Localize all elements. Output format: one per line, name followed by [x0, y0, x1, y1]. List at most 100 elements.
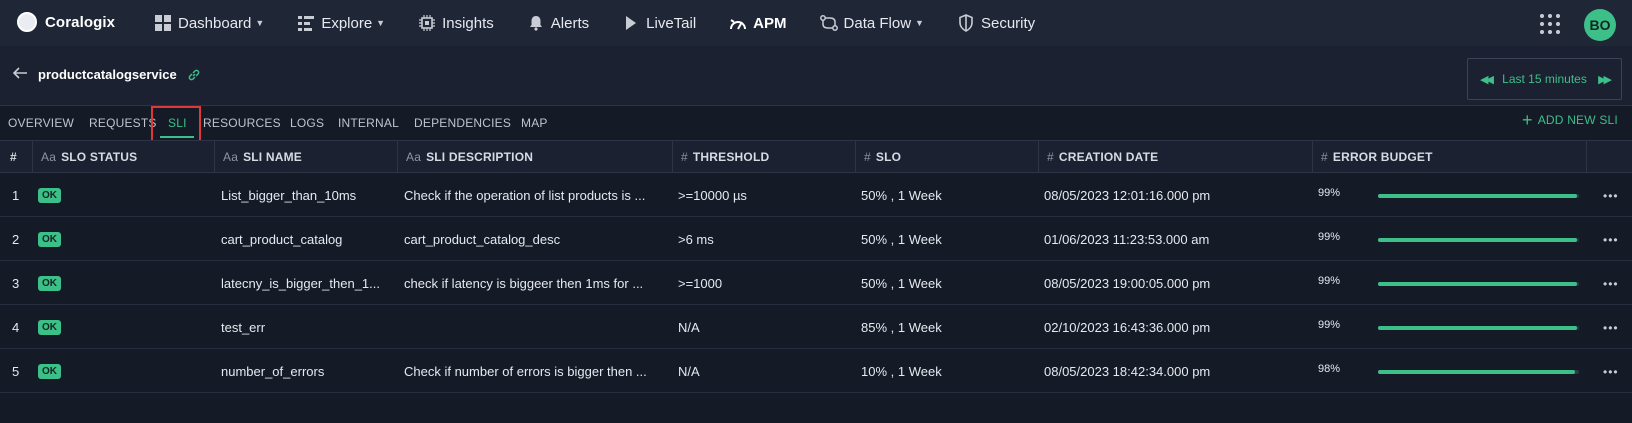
sli-description: cart_product_catalog_desc [404, 231, 561, 247]
nav-apm[interactable]: APM [729, 14, 787, 32]
number-type-icon: # [1321, 149, 1328, 164]
nav-alerts-label: Alerts [550, 14, 590, 32]
column-label: ERROR BUDGET [1332, 149, 1433, 164]
rewind-icon[interactable]: ◀◀ [1480, 73, 1494, 86]
column-label: CREATION DATE [1058, 149, 1159, 164]
column-header-index[interactable]: # [0, 141, 33, 172]
tab-requests[interactable]: REQUESTS [89, 116, 157, 130]
back-arrow-icon[interactable] [12, 65, 30, 83]
nav-explore[interactable]: Explore ▼ [297, 14, 385, 32]
error-budget-bar [1378, 194, 1579, 198]
column-label: SLO STATUS [61, 149, 138, 164]
column-header-slo[interactable]: # SLO [856, 141, 1039, 172]
time-range-label: Last 15 minutes [1502, 72, 1587, 86]
error-budget-bar-fill [1378, 238, 1577, 242]
flow-icon [819, 14, 838, 32]
tab-map[interactable]: MAP [521, 116, 548, 130]
error-budget-percent: 99% [1318, 319, 1341, 331]
brand-logo[interactable]: Coralogix [17, 12, 115, 32]
error-budget-percent: 99% [1318, 231, 1341, 243]
row-menu-icon[interactable]: ••• [1603, 366, 1619, 378]
table-row[interactable]: 1 OK List_bigger_than_10ms Check if the … [0, 173, 1632, 217]
plus-icon: + [1522, 110, 1533, 130]
text-type-icon: Aa [406, 149, 422, 164]
nav-dashboard[interactable]: Dashboard ▼ [154, 14, 264, 32]
column-header-threshold[interactable]: # THRESHOLD [673, 141, 856, 172]
user-avatar[interactable]: BO [1584, 9, 1616, 41]
time-range-picker[interactable]: ◀◀ Last 15 minutes ▶▶ [1467, 58, 1622, 100]
row-index: 5 [12, 363, 20, 379]
nav-livetail-label: LiveTail [646, 14, 697, 32]
threshold-value: N/A [678, 363, 700, 379]
nav-security[interactable]: Security [957, 14, 1035, 32]
bell-icon [527, 14, 545, 32]
number-type-icon: # [864, 149, 871, 164]
sli-name[interactable]: List_bigger_than_10ms [221, 173, 391, 217]
status-badge: OK [38, 363, 61, 379]
error-budget-bar-fill [1378, 370, 1575, 374]
brand-name: Coralogix [45, 13, 116, 31]
error-budget-percent: 99% [1318, 187, 1341, 199]
nav-insights[interactable]: Insights [418, 14, 494, 32]
row-menu-icon[interactable]: ••• [1603, 322, 1619, 334]
error-budget-bar-fill [1378, 194, 1577, 198]
threshold-value: >=1000 [678, 275, 723, 291]
text-type-icon: Aa [223, 149, 239, 164]
column-header-creation-date[interactable]: # CREATION DATE [1039, 141, 1313, 172]
row-menu-icon[interactable]: ••• [1603, 278, 1619, 290]
row-menu-icon[interactable]: ••• [1603, 234, 1619, 246]
tab-internal[interactable]: INTERNAL [338, 116, 399, 130]
sli-description: Check if the operation of list products … [404, 187, 646, 203]
sli-name[interactable]: cart_product_catalog [221, 217, 391, 261]
nav-livetail[interactable]: LiveTail [622, 14, 696, 32]
tab-resources[interactable]: RESOURCES [203, 116, 281, 130]
text-type-icon: Aa [41, 149, 57, 164]
sli-name[interactable]: test_err [221, 305, 391, 349]
top-navigation: Coralogix Dashboard ▼ Explore ▼ Insights [0, 0, 1632, 46]
error-budget-percent: 99% [1318, 275, 1341, 287]
add-new-sli-button[interactable]: + ADD NEW SLI [1522, 110, 1618, 130]
row-index: 3 [12, 275, 20, 291]
table-row[interactable]: 2 OK cart_product_catalog cart_product_c… [0, 217, 1632, 261]
tab-logs[interactable]: LOGS [290, 116, 324, 130]
nav-apm-label: APM [753, 14, 787, 32]
row-index: 2 [12, 231, 20, 247]
fast-forward-icon[interactable]: ▶▶ [1598, 73, 1612, 86]
table-row[interactable]: 4 OK test_err N/A 85% , 1 Week 02/10/202… [0, 305, 1632, 349]
tab-dependencies[interactable]: DEPENDENCIES [414, 116, 511, 130]
threshold-value: >=10000 µs [678, 187, 747, 203]
nav-data-flow[interactable]: Data Flow ▼ [819, 14, 924, 32]
status-badge: OK [38, 275, 61, 291]
status-badge: OK [38, 319, 61, 335]
sli-description [404, 305, 667, 349]
link-icon[interactable] [187, 68, 201, 82]
error-budget-bar-fill [1378, 326, 1577, 330]
explore-icon [297, 14, 315, 32]
column-header-sli-description[interactable]: Aa SLI DESCRIPTION [398, 141, 673, 172]
tab-overview[interactable]: OVERVIEW [8, 116, 74, 130]
row-menu-icon[interactable]: ••• [1603, 190, 1619, 202]
column-label: THRESHOLD [692, 149, 770, 164]
nav-alerts[interactable]: Alerts [527, 14, 589, 32]
table-row[interactable]: 5 OK number_of_errors Check if number of… [0, 349, 1632, 393]
table-row[interactable]: 3 OK latecny_is_bigger_then_1... check i… [0, 261, 1632, 305]
sli-description: check if latency is biggeer then 1ms for… [404, 275, 644, 291]
slo-value: 50% , 1 Week [861, 275, 942, 291]
shield-icon [957, 14, 975, 32]
row-index: 4 [12, 319, 20, 335]
column-label: SLI DESCRIPTION [426, 149, 534, 164]
column-header-sli-name[interactable]: Aa SLI NAME [215, 141, 398, 172]
slo-value: 10% , 1 Week [861, 363, 942, 379]
number-type-icon: # [681, 149, 688, 164]
chevron-down-icon: ▼ [255, 18, 265, 28]
add-new-sli-label: ADD NEW SLI [1537, 113, 1618, 127]
sli-table-header: # Aa SLO STATUS Aa SLI NAME Aa SLI DESCR… [0, 140, 1632, 173]
slo-value: 85% , 1 Week [861, 319, 942, 335]
sli-name[interactable]: latecny_is_bigger_then_1... [221, 261, 391, 305]
column-header-slo-status[interactable]: Aa SLO STATUS [33, 141, 215, 172]
number-type-icon: # [1047, 149, 1054, 164]
sli-name[interactable]: number_of_errors [221, 349, 391, 393]
nav-dashboard-label: Dashboard [178, 14, 252, 32]
apps-grid-icon[interactable] [1540, 14, 1560, 34]
column-header-error-budget[interactable]: # ERROR BUDGET [1313, 141, 1587, 172]
